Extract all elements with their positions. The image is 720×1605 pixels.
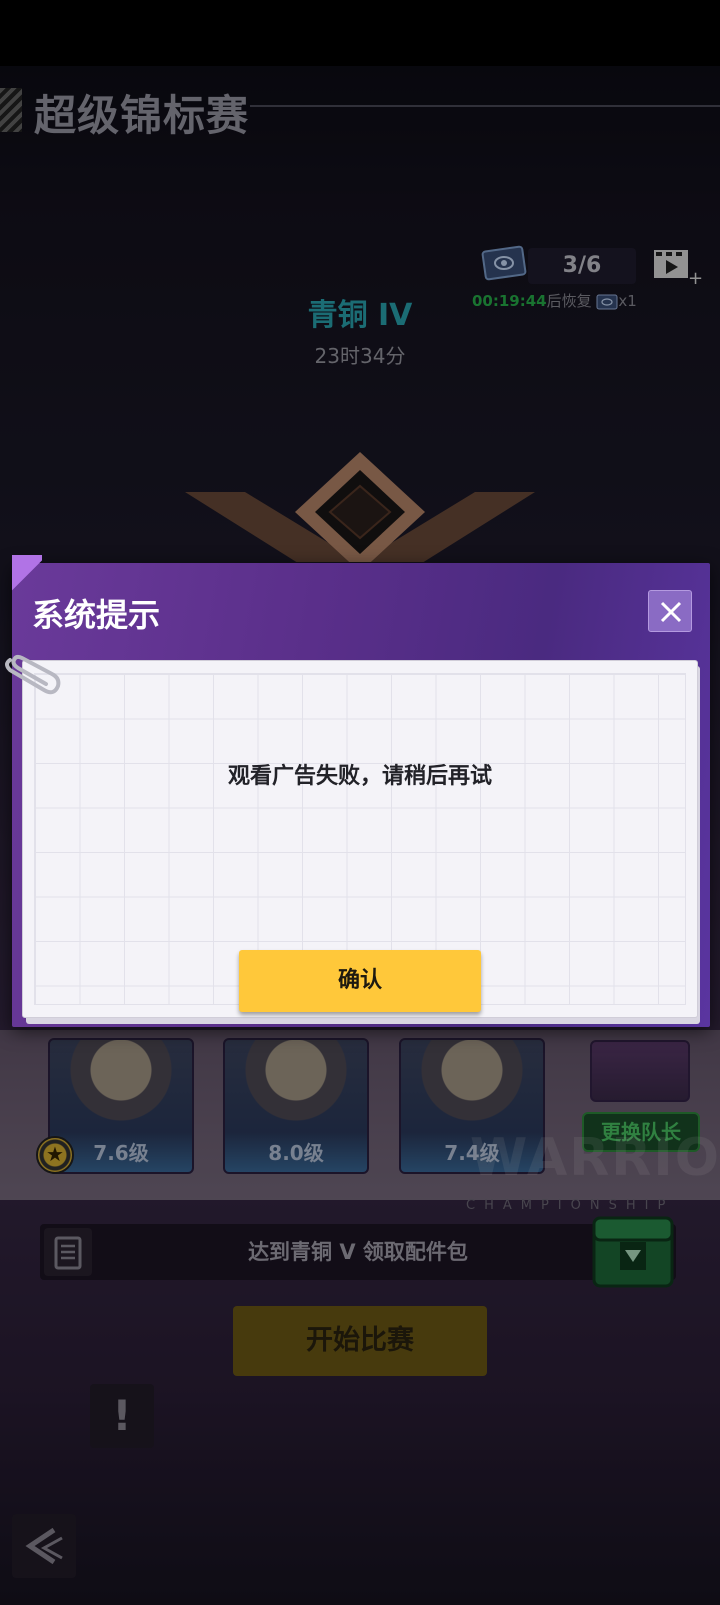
- game-screen: 超级锦标赛 3/6 + 00:19:44后恢复 x1 青铜 IV 23时34分 …: [0, 0, 720, 1605]
- close-icon: [660, 601, 682, 623]
- confirm-button[interactable]: 确认: [239, 950, 481, 1012]
- dialog-title: 系统提示: [32, 596, 161, 634]
- close-button[interactable]: [648, 590, 692, 632]
- paperclip-icon: [5, 654, 61, 695]
- dialog-message: 观看广告失败，请稍后再试: [227, 764, 492, 789]
- dialog-accent: [12, 555, 42, 595]
